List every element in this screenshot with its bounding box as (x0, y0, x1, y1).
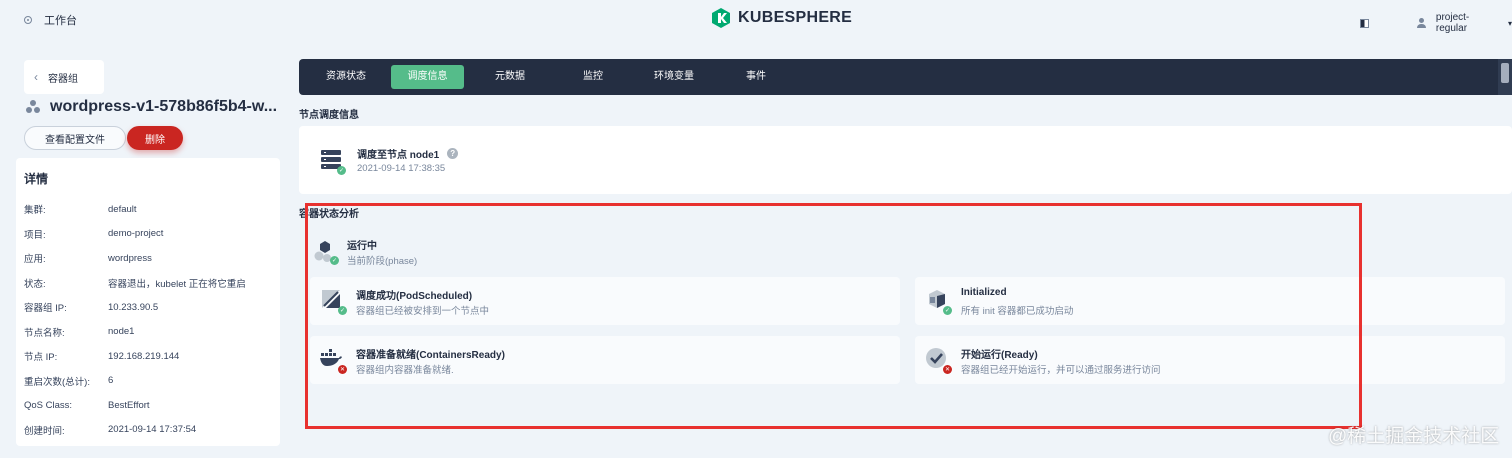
detail-row: 集群: default (24, 197, 272, 222)
detail-key: 重启次数(总计): (24, 376, 90, 388)
details-title: 详情 (24, 172, 49, 186)
success-badge-icon: ✓ (943, 306, 952, 315)
top-bar: 工作台 KUBESPHERE project-regular ▾ (0, 0, 1512, 38)
detail-value: demo-project (108, 228, 164, 240)
tab-monitoring[interactable]: 监控 (567, 65, 619, 89)
detail-row: 状态: 容器退出，kubelet 正在将它重启 (24, 271, 272, 296)
condition-subtitle: 容器组已经开始运行，并可以通过服务进行访问 (961, 365, 1161, 376)
condition-initialized: ✓ Initialized 所有 init 容器都已成功启动 (915, 277, 1505, 325)
condition-containers-ready: ✕ 容器准备就绪(ContainersReady) 容器组内容器准备就绪. (310, 336, 900, 384)
detail-key: 状态: (24, 278, 46, 290)
top-right-menu: project-regular ▾ (1360, 12, 1512, 34)
detail-value: 192.168.219.144 (108, 350, 180, 362)
detail-row: 节点 IP: 192.168.219.144 (24, 344, 272, 369)
tab-bar: 资源状态 调度信息 元数据 监控 环境变量 事件 (299, 59, 1512, 95)
help-icon[interactable]: ? (447, 148, 459, 159)
tab-events[interactable]: 事件 (734, 65, 778, 89)
detail-key: 项目: (24, 229, 46, 241)
workbench-label: 工作台 (44, 15, 77, 27)
delete-button[interactable]: 删除 (127, 126, 183, 150)
tab-environment-variables[interactable]: 环境变量 (642, 65, 706, 89)
scheduled-node-label: 调度至节点 node1 (357, 150, 440, 161)
detail-row: 创建时间: 2021-09-14 17:37:54 (24, 418, 272, 443)
success-badge-icon: ✓ (330, 256, 339, 265)
details-list: 集群: default 项目: demo-project 应用: wordpress 状态:… (24, 197, 272, 442)
node-scheduling-section-title: 节点调度信息 (299, 110, 359, 121)
condition-subtitle: 所有 init 容器都已成功启动 (961, 306, 1074, 317)
chevron-down-icon[interactable]: ▾ (1508, 19, 1512, 28)
container-status-section-title: 容器状态分析 (299, 209, 359, 220)
detail-key: 节点名称: (24, 327, 65, 339)
condition-pod-scheduled: ✓ 调度成功(PodScheduled) 容器组已经被安排到一个节点中 (310, 277, 900, 325)
phase-title: 运行中 (347, 241, 377, 252)
condition-subtitle: 容器组内容器准备就绪. (356, 365, 454, 376)
back-label: 容器组 (48, 73, 78, 85)
condition-ready: ✕ 开始运行(Ready) 容器组已经开始运行，并可以通过服务进行访问 (915, 336, 1505, 384)
server-icon: ✓ (321, 150, 346, 175)
detail-value: 10.233.90.5 (108, 301, 159, 313)
detail-key: 节点 IP: (24, 352, 58, 364)
error-badge-icon: ✕ (338, 365, 347, 374)
chevron-left-icon: ‹ (34, 70, 38, 84)
pod-title: wordpress-v1-578b86f5b4-w... (26, 98, 277, 116)
back-to-pods-button[interactable]: ‹ 容器组 (24, 60, 104, 94)
tab-scrollbar[interactable] (1498, 59, 1512, 95)
success-badge-icon: ✓ (338, 306, 347, 315)
condition-title: Initialized (961, 287, 1007, 298)
detail-key: 容器组 IP: (24, 303, 67, 315)
detail-value: 6 (108, 375, 114, 387)
detail-value: 2021-09-14 17:37:54 (108, 424, 197, 436)
tab-metadata[interactable]: 元数据 (481, 65, 539, 89)
detail-value: wordpress (108, 252, 152, 264)
detail-row: 容器组 IP: 10.233.90.5 (24, 295, 272, 320)
pod-icon (26, 100, 40, 114)
error-badge-icon: ✕ (943, 365, 952, 374)
detail-row: QoS Class: BestEffort (24, 393, 272, 418)
kubesphere-logo-icon (712, 8, 730, 28)
scheduled-node-title: 调度至节点 node1 ? (357, 146, 459, 161)
detail-value: default (108, 203, 137, 215)
detail-row: 节点名称: node1 (24, 320, 272, 345)
details-panel: 详情 集群: default 项目: demo-project 应用: wordpress… (16, 158, 280, 446)
brand-name: KUBESPHERE (738, 9, 853, 26)
condition-title: 容器准备就绪(ContainersReady) (356, 350, 505, 361)
detail-value: node1 (108, 326, 135, 338)
watermark: @稀土掘金技术社区 (1328, 426, 1500, 447)
tab-resource-status[interactable]: 资源状态 (315, 65, 377, 89)
workbench-link[interactable]: 工作台 (24, 12, 77, 28)
detail-row: 重启次数(总计): 6 (24, 369, 272, 394)
detail-row: 项目: demo-project (24, 222, 272, 247)
scheduled-time: 2021-09-14 17:38:35 (357, 163, 446, 174)
user-name[interactable]: project-regular (1436, 12, 1500, 34)
user-icon (1416, 18, 1426, 28)
pod-name: wordpress-v1-578b86f5b4-w... (50, 98, 278, 115)
detail-key: 集群: (24, 205, 46, 217)
pod-header: ‹ 容器组 wordpress-v1-578b86f5b4-w... 查看配置文… (16, 60, 280, 158)
condition-title: 调度成功(PodScheduled) (356, 291, 473, 302)
detail-row: 应用: wordpress (24, 246, 272, 271)
detail-key: QoS Class: (24, 399, 73, 411)
scheduling-card: ✓ 调度至节点 node1 ? 2021-09-14 17:38:35 (299, 126, 1512, 194)
condition-title: 开始运行(Ready) (961, 350, 1038, 361)
tab-scheduling-info[interactable]: 调度信息 (391, 65, 464, 89)
view-yaml-button[interactable]: 查看配置文件 (24, 126, 126, 150)
workbench-icon (24, 16, 32, 24)
kubesphere-logo[interactable]: KUBESPHERE (710, 7, 852, 29)
success-badge-icon: ✓ (337, 166, 346, 175)
condition-subtitle: 容器组已经被安排到一个节点中 (356, 306, 490, 317)
theme-toggle-icon[interactable] (1360, 18, 1369, 28)
detail-value: 容器退出，kubelet 正在将它重启 (108, 278, 246, 290)
detail-key: 应用: (24, 254, 46, 266)
detail-value: BestEffort (108, 399, 150, 411)
detail-key: 创建时间: (24, 425, 65, 437)
phase-subtitle: 当前阶段(phase) (347, 256, 418, 267)
